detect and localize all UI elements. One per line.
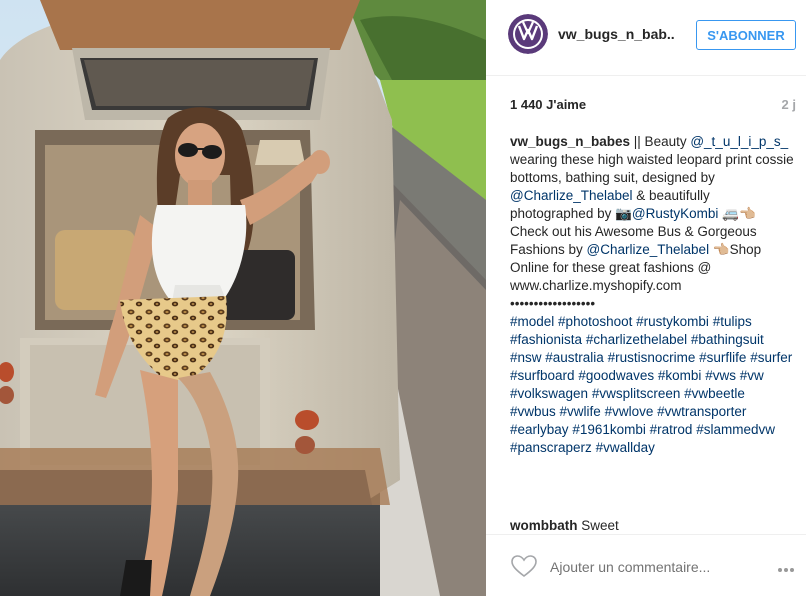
hashtag-link[interactable]: #volkswagen bbox=[510, 386, 588, 401]
follow-button[interactable]: S'ABONNER bbox=[696, 20, 796, 50]
post-footer bbox=[486, 534, 806, 596]
hashtag-link[interactable]: #slammedvw bbox=[696, 422, 775, 437]
hashtag-link[interactable]: #surflife bbox=[699, 350, 746, 365]
hashtag-link[interactable]: #surfer bbox=[750, 350, 792, 365]
hashtag-link[interactable]: #vwlove bbox=[605, 404, 654, 419]
comment-text: Sweet bbox=[577, 518, 619, 532]
caption-username[interactable]: vw_bugs_n_babes bbox=[510, 134, 630, 149]
post-details-panel: vw_bugs_n_bab.. S'ABONNER 1 440 J'aime 2… bbox=[486, 0, 806, 596]
hashtag-link[interactable]: #rustisnocrime bbox=[608, 350, 696, 365]
username-link[interactable]: vw_bugs_n_bab.. bbox=[558, 26, 675, 42]
post-caption: vw_bugs_n_babes || Beauty @_t_u_l_i_p_s_… bbox=[510, 133, 794, 457]
likes-count[interactable]: 1 440 J'aime bbox=[510, 97, 586, 112]
hashtag-link[interactable]: #ratrod bbox=[650, 422, 693, 437]
vw-logo-icon bbox=[508, 14, 548, 54]
mention-link[interactable]: @RustyKombi bbox=[632, 206, 718, 221]
more-options-icon[interactable] bbox=[778, 559, 800, 572]
comment-username[interactable]: wombbath bbox=[510, 518, 578, 532]
caption-text: || Beauty bbox=[630, 134, 691, 149]
comment-item: wombbath Sweet bbox=[510, 518, 619, 532]
caption-dots: •••••••••••••••••• bbox=[510, 296, 596, 311]
post-photo[interactable] bbox=[0, 0, 486, 596]
hashtag-link[interactable]: #vwbus bbox=[510, 404, 556, 419]
hashtag-link[interactable]: #vw bbox=[740, 368, 764, 383]
hashtag-link[interactable]: #model bbox=[510, 314, 554, 329]
heart-outline-icon[interactable] bbox=[510, 554, 538, 578]
hashtag-link[interactable]: #vwlife bbox=[560, 404, 601, 419]
hashtag-list: #model #photoshoot #rustykombi #tulips #… bbox=[510, 314, 792, 455]
hashtag-link[interactable]: #vwtransporter bbox=[657, 404, 746, 419]
hashtag-link[interactable]: #tulips bbox=[713, 314, 752, 329]
hashtag-link[interactable]: #1961kombi bbox=[572, 422, 646, 437]
hashtag-link[interactable]: #fashionista bbox=[510, 332, 582, 347]
hashtag-link[interactable]: #charlizethelabel bbox=[586, 332, 687, 347]
hashtag-link[interactable]: #photoshoot bbox=[558, 314, 632, 329]
hashtag-link[interactable]: #vwsplitscreen bbox=[592, 386, 681, 401]
caption-text: wearing these high waisted leopard print… bbox=[510, 152, 794, 185]
hashtag-link[interactable]: #surfboard bbox=[510, 368, 575, 383]
mention-link[interactable]: @_t_u_l_i_p_s_ bbox=[690, 134, 788, 149]
hashtag-link[interactable]: #nsw bbox=[510, 350, 542, 365]
mention-link[interactable]: @Charlize_Thelabel bbox=[510, 188, 633, 203]
mention-link[interactable]: @Charlize_Thelabel bbox=[587, 242, 710, 257]
hashtag-link[interactable]: #rustykombi bbox=[636, 314, 709, 329]
hashtag-link[interactable]: #vwallday bbox=[596, 440, 655, 455]
hashtag-link[interactable]: #bathingsuit bbox=[691, 332, 764, 347]
hashtag-link[interactable]: #earlybay bbox=[510, 422, 569, 437]
post-timestamp[interactable]: 2 j bbox=[782, 97, 796, 112]
avatar[interactable] bbox=[508, 14, 548, 54]
hashtag-link[interactable]: #goodwaves bbox=[578, 368, 654, 383]
hashtag-link[interactable]: #australia bbox=[545, 350, 604, 365]
hashtag-link[interactable]: #vws bbox=[705, 368, 736, 383]
hashtag-link[interactable]: #kombi bbox=[658, 368, 702, 383]
hashtag-link[interactable]: #vwbeetle bbox=[684, 386, 745, 401]
post-header: vw_bugs_n_bab.. S'ABONNER bbox=[486, 0, 806, 76]
hashtag-link[interactable]: #panscraperz bbox=[510, 440, 592, 455]
comment-input[interactable] bbox=[548, 552, 772, 582]
